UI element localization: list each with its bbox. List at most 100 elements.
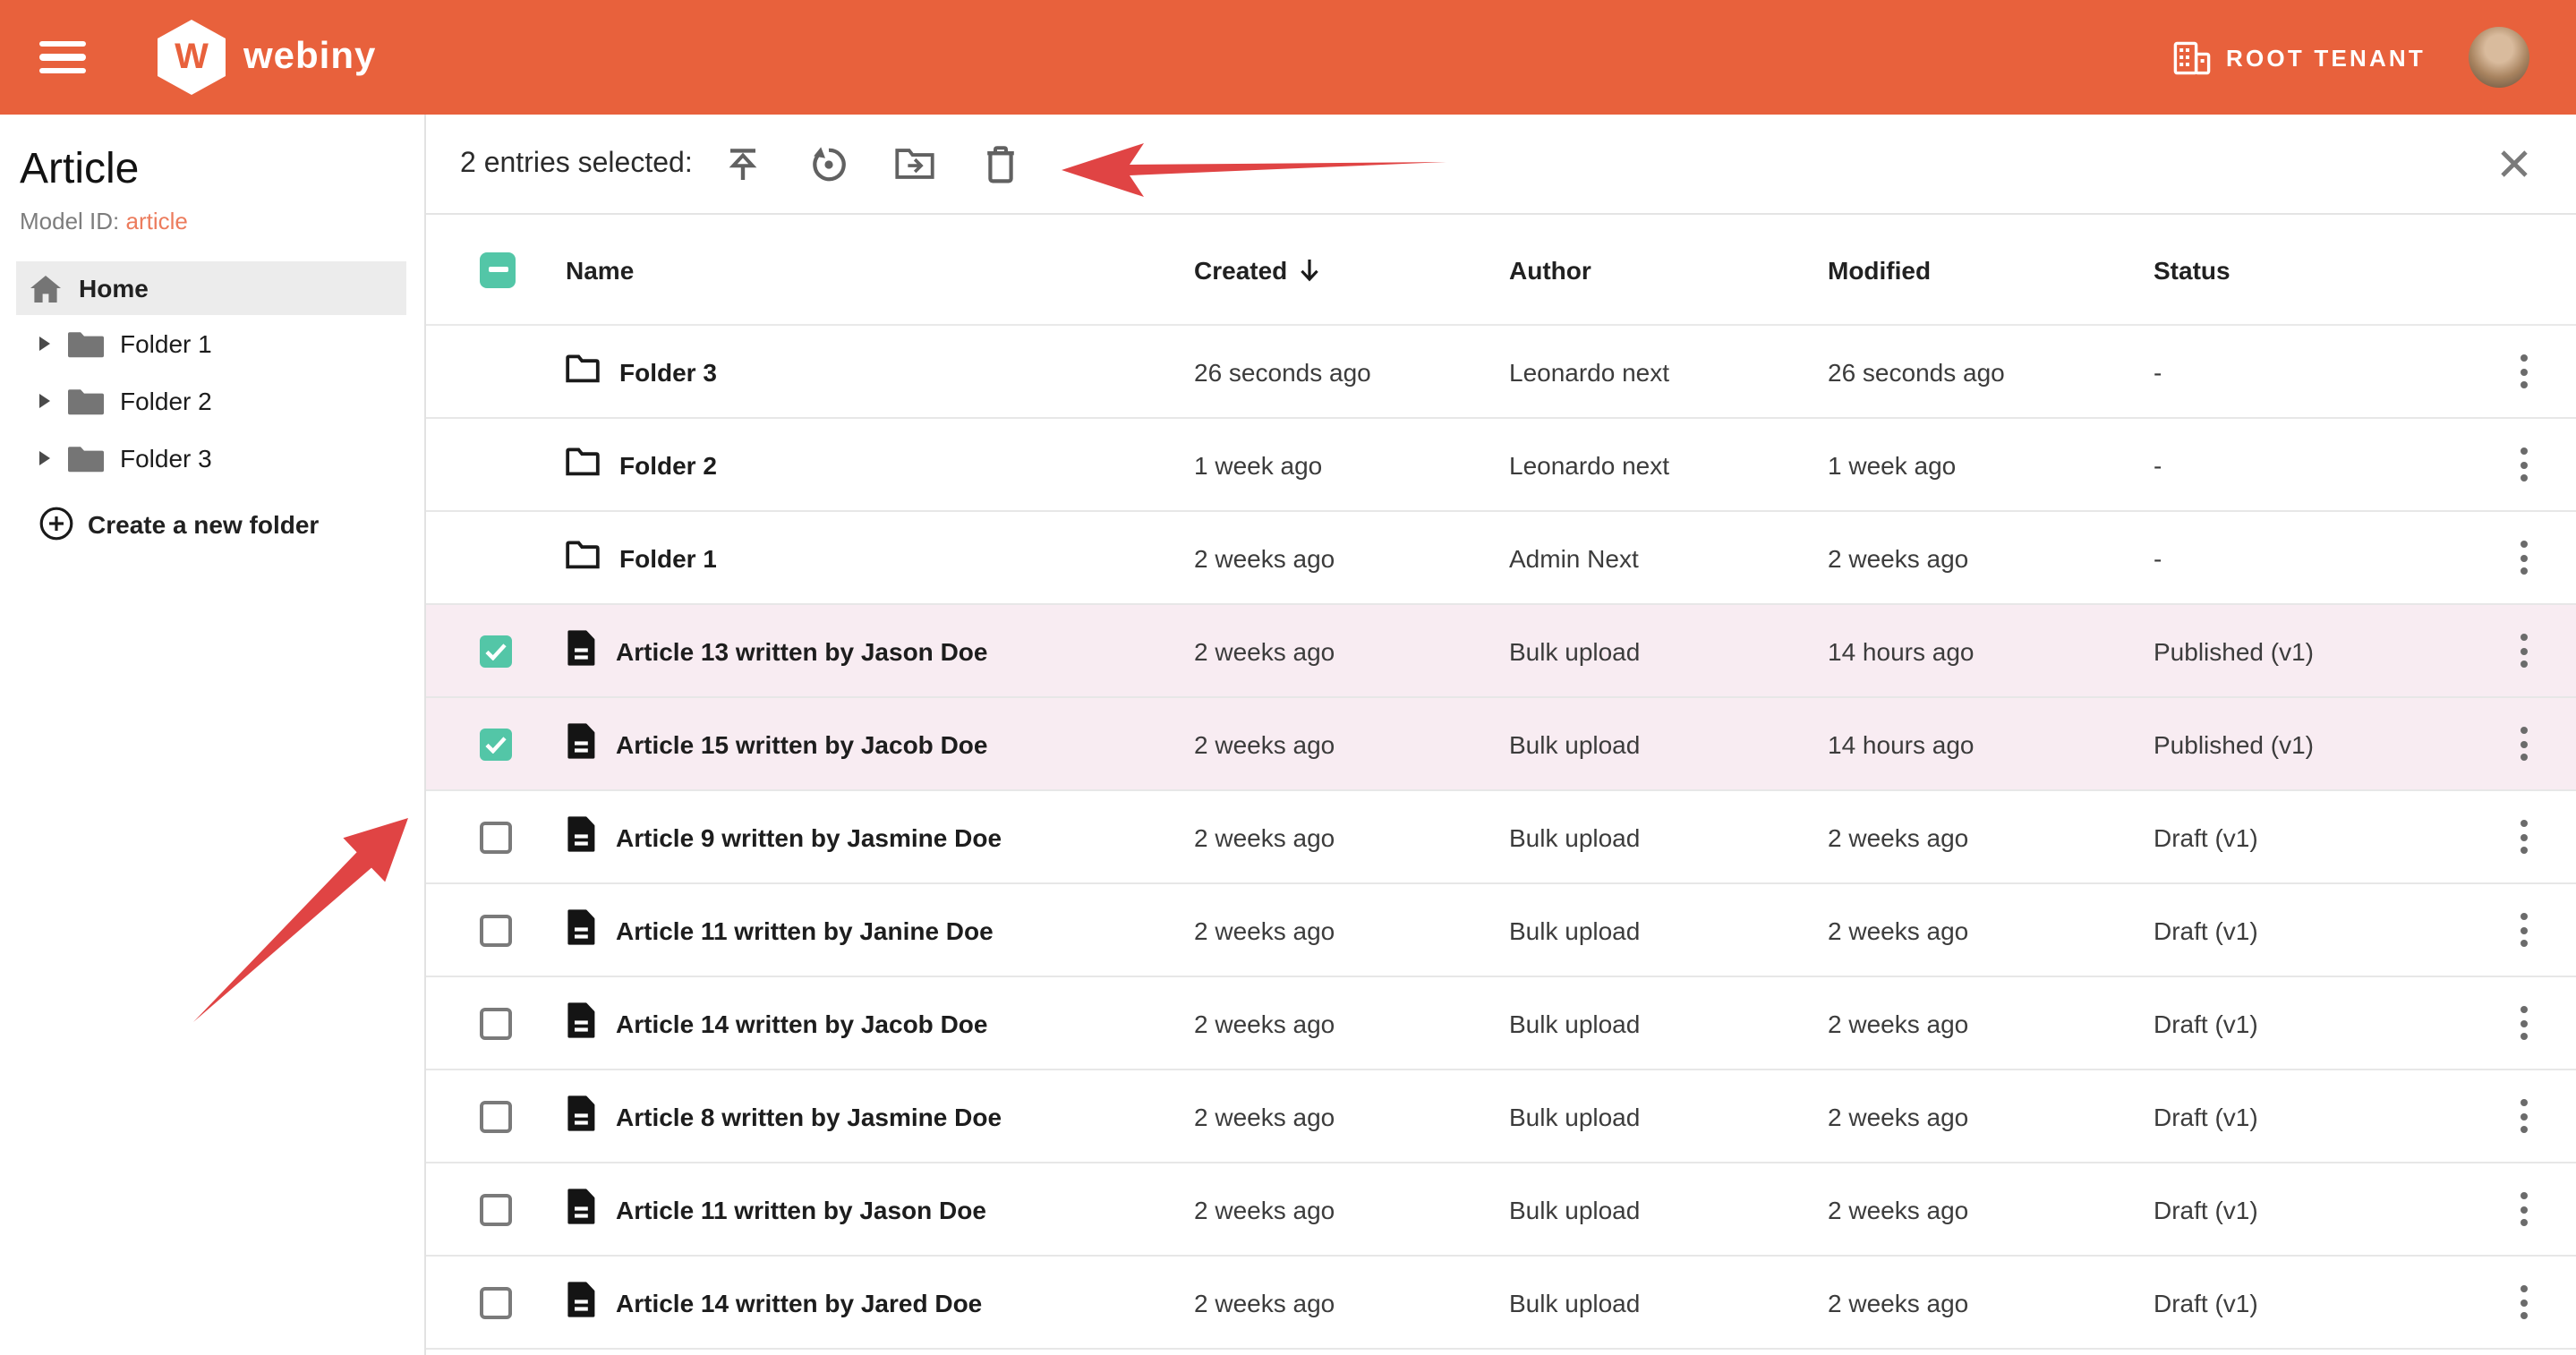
entry-name[interactable]: Article 8 written by Jasmine Doe <box>616 1102 1002 1130</box>
entry-status: Draft (v1) <box>2154 916 2470 944</box>
row-checkbox[interactable] <box>480 728 512 760</box>
column-header-created[interactable]: Created <box>1194 255 1509 284</box>
webiny-logo[interactable]: W webiny <box>158 20 376 95</box>
entry-created: 2 weeks ago <box>1194 822 1509 851</box>
row-menu-icon[interactable] <box>2512 533 2534 582</box>
sidebar-item-folder-3[interactable]: Folder 3 <box>0 430 424 487</box>
table-row[interactable]: Folder 1 2 weeks ago Admin Next 2 weeks … <box>426 512 2576 605</box>
table-header: Name Created Author Modified Status <box>426 215 2576 326</box>
folder-icon <box>566 447 600 481</box>
entry-created: 2 weeks ago <box>1194 1195 1509 1223</box>
table-row[interactable]: Article 15 written by Jacob Doe 2 weeks … <box>426 698 2576 791</box>
folder-icon <box>566 541 600 575</box>
table-row[interactable]: Folder 2 1 week ago Leonardo next 1 week… <box>426 419 2576 512</box>
entry-modified: 2 weeks ago <box>1828 1102 2154 1130</box>
row-menu-icon[interactable] <box>2512 440 2534 489</box>
publish-button[interactable] <box>723 144 763 183</box>
entry-status: Draft (v1) <box>2154 1288 2470 1317</box>
entry-status: - <box>2154 543 2470 572</box>
table-row[interactable]: Folder 3 26 seconds ago Leonardo next 26… <box>426 326 2576 419</box>
row-menu-icon[interactable] <box>2512 1185 2534 1233</box>
entry-name[interactable]: Folder 3 <box>619 357 717 386</box>
create-folder-button[interactable]: Create a new folder <box>39 507 424 541</box>
folder-icon <box>68 445 104 472</box>
table-row[interactable]: Article 9 written by Jasmine Doe 2 weeks… <box>426 791 2576 884</box>
chevron-right-icon[interactable] <box>39 337 50 351</box>
entry-name[interactable]: Article 14 written by Jared Doe <box>616 1288 982 1317</box>
entry-name[interactable]: Article 13 written by Jason Doe <box>616 636 987 665</box>
entry-name[interactable]: Article 15 written by Jacob Doe <box>616 729 987 758</box>
tenant-label: ROOT TENANT <box>2226 44 2426 71</box>
entry-created: 2 weeks ago <box>1194 729 1509 758</box>
article-icon <box>566 1095 596 1137</box>
row-menu-icon[interactable] <box>2512 813 2534 861</box>
entry-author: Admin Next <box>1509 543 1828 572</box>
entry-author: Leonardo next <box>1509 450 1828 479</box>
entry-modified: 1 week ago <box>1828 450 2154 479</box>
entry-modified: 2 weeks ago <box>1828 1288 2154 1317</box>
table-row[interactable]: Article 13 written by Jason Doe 2 weeks … <box>426 605 2576 698</box>
row-menu-icon[interactable] <box>2512 999 2534 1047</box>
entry-name[interactable]: Article 11 written by Jason Doe <box>616 1195 986 1223</box>
row-menu-icon[interactable] <box>2512 626 2534 675</box>
plus-circle-icon <box>39 507 73 541</box>
entry-author: Bulk upload <box>1509 822 1828 851</box>
row-checkbox[interactable] <box>480 1286 512 1318</box>
sort-desc-icon <box>1300 257 1319 282</box>
entry-name[interactable]: Article 11 written by Janine Doe <box>616 916 994 944</box>
model-id-value[interactable]: article <box>126 208 188 234</box>
column-header-modified[interactable]: Modified <box>1828 255 2154 284</box>
table-row[interactable]: Article 8 written by Jasmine Doe 2 weeks… <box>426 1070 2576 1163</box>
folder-icon <box>566 354 600 388</box>
tenant-selector[interactable]: ROOT TENANT <box>2172 40 2426 74</box>
entry-status: - <box>2154 450 2470 479</box>
row-checkbox[interactable] <box>480 1100 512 1132</box>
move-button[interactable] <box>895 144 934 183</box>
row-checkbox[interactable] <box>480 1193 512 1225</box>
table-row[interactable]: Article 11 written by Jason Doe 2 weeks … <box>426 1163 2576 1257</box>
menu-icon[interactable] <box>39 40 86 74</box>
sidebar-item-folder-1[interactable]: Folder 1 <box>0 315 424 372</box>
unpublish-button[interactable] <box>809 144 849 183</box>
delete-icon <box>983 144 1019 183</box>
row-checkbox[interactable] <box>480 1007 512 1039</box>
table-body: Folder 3 26 seconds ago Leonardo next 26… <box>426 326 2576 1350</box>
row-checkbox[interactable] <box>480 914 512 946</box>
column-header-status[interactable]: Status <box>2154 255 2470 284</box>
select-all-checkbox[interactable] <box>480 251 516 287</box>
entry-name[interactable]: Article 14 written by Jacob Doe <box>616 1009 987 1037</box>
move-to-folder-icon <box>895 147 934 181</box>
entry-modified: 14 hours ago <box>1828 729 2154 758</box>
entries-panel: 2 entries selected: <box>426 115 2576 1355</box>
top-bar: W webiny ROOT TENANT <box>0 0 2576 115</box>
user-avatar[interactable] <box>2469 27 2529 88</box>
entry-modified: 2 weeks ago <box>1828 1195 2154 1223</box>
row-menu-icon[interactable] <box>2512 1092 2534 1140</box>
entry-modified: 26 seconds ago <box>1828 357 2154 386</box>
column-header-name[interactable]: Name <box>566 255 1194 284</box>
close-selection-button[interactable] <box>2499 149 2529 179</box>
entry-name[interactable]: Folder 1 <box>619 543 717 572</box>
row-checkbox[interactable] <box>480 635 512 667</box>
article-icon <box>566 816 596 857</box>
row-menu-icon[interactable] <box>2512 347 2534 396</box>
column-header-author[interactable]: Author <box>1509 255 1828 284</box>
table-row[interactable]: Article 14 written by Jared Doe 2 weeks … <box>426 1257 2576 1350</box>
sidebar-item-folder-2[interactable]: Folder 2 <box>0 372 424 430</box>
chevron-right-icon[interactable] <box>39 451 50 465</box>
row-menu-icon[interactable] <box>2512 720 2534 768</box>
row-checkbox[interactable] <box>480 821 512 853</box>
chevron-right-icon[interactable] <box>39 394 50 408</box>
webiny-admin-app: W webiny ROOT TENANT Article Model ID: <box>0 0 2576 1355</box>
row-menu-icon[interactable] <box>2512 1278 2534 1326</box>
row-menu-icon[interactable] <box>2512 906 2534 954</box>
home-icon <box>30 275 61 302</box>
entry-name[interactable]: Article 9 written by Jasmine Doe <box>616 822 1002 851</box>
sidebar-item-home[interactable]: Home <box>16 261 406 315</box>
entry-author: Bulk upload <box>1509 729 1828 758</box>
folder-icon <box>68 388 104 414</box>
table-row[interactable]: Article 14 written by Jacob Doe 2 weeks … <box>426 977 2576 1070</box>
table-row[interactable]: Article 11 written by Janine Doe 2 weeks… <box>426 884 2576 977</box>
entry-name[interactable]: Folder 2 <box>619 450 717 479</box>
delete-button[interactable] <box>981 144 1020 183</box>
